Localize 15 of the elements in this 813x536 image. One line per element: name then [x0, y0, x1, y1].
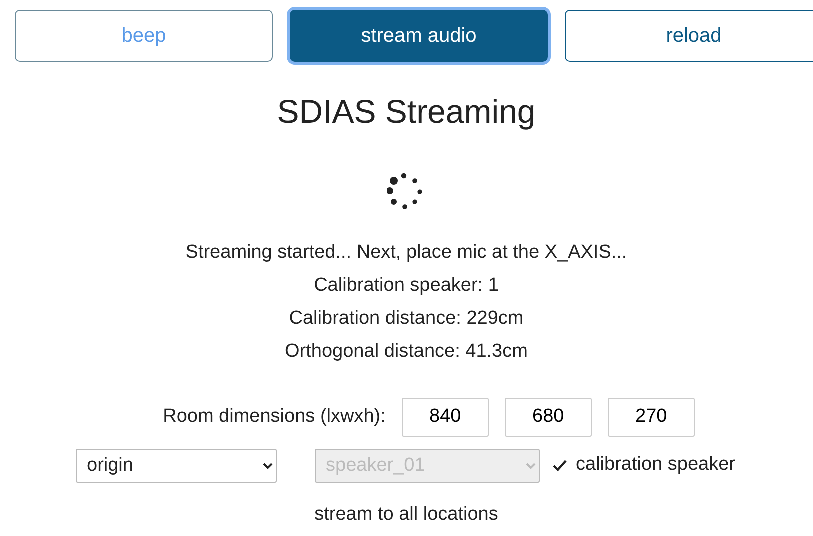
dimension-input-field[interactable]: 680 [504, 398, 592, 437]
room-dimensions-label: Room dimensions (lxwxh): [163, 404, 386, 429]
status-text: Calibration distance: 229cm [289, 308, 524, 329]
status-text: Calibration speaker: 1 [314, 274, 499, 296]
action-button[interactable]: stream audio [290, 10, 548, 62]
page-title: SDIAS Streaming [276, 92, 537, 132]
dimension-input-field[interactable]: 840 [402, 398, 489, 437]
action-button[interactable]: reload [565, 10, 813, 62]
checkmark-icon[interactable] [552, 458, 568, 474]
checkbox-label[interactable]: calibration speaker [576, 451, 736, 480]
status-text: Streaming started... Next, place mic at the X_AXIS... [186, 242, 628, 263]
stream-all-label: stream to all locations [314, 504, 498, 525]
dropdown[interactable]: origin [76, 448, 277, 483]
status-text: Orthogonal distance: 41.3cm [285, 340, 528, 362]
dimension-input-field[interactable]: 270 [608, 398, 695, 437]
